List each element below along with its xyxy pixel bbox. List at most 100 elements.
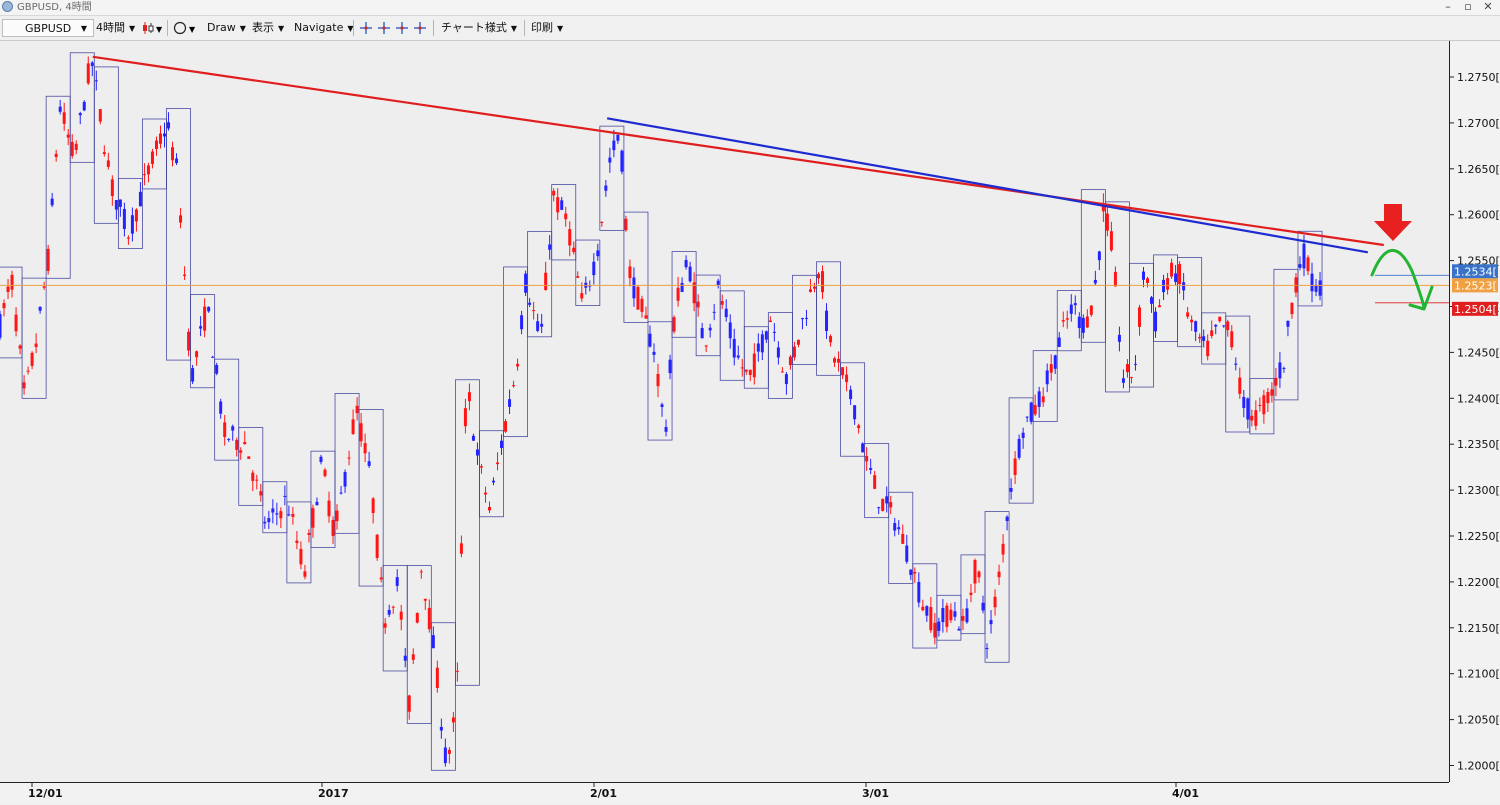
candle-body (94, 80, 98, 82)
candle-body (1109, 231, 1113, 251)
candle-body (215, 364, 219, 374)
candle-body (792, 346, 796, 358)
candle-body (768, 320, 772, 322)
candle-body (435, 667, 439, 688)
candle-body (150, 151, 154, 164)
candle-body (552, 190, 556, 196)
candle-body (1278, 362, 1282, 379)
candle-body (965, 608, 969, 623)
candle-body (933, 622, 937, 638)
candle-body (239, 450, 243, 453)
chart-area[interactable]: 1.2750[01.2700[01.2650[01.2600[01.2550[0… (0, 41, 1500, 802)
candle-body (708, 327, 712, 331)
candle-body (311, 508, 315, 528)
chevron-down-icon: ▼ (510, 24, 518, 33)
candle-body (696, 301, 700, 308)
candle-body (315, 501, 319, 506)
candle-body (58, 106, 62, 112)
view-menu[interactable]: 表示 ▼ (252, 19, 284, 37)
restore-button[interactable]: ▫ (1458, 0, 1478, 15)
candle-body (203, 306, 207, 331)
navigate-menu[interactable]: Navigate ▼ (294, 19, 354, 37)
candle-body (528, 302, 532, 305)
candle-body (632, 277, 636, 299)
x-tick-label: 3/01 (862, 787, 889, 800)
candle-body (415, 613, 419, 623)
candle-body (1242, 396, 1246, 408)
y-tick-label: 1.2200[0 (1457, 576, 1500, 589)
draw-menu[interactable]: Draw ▼ (207, 19, 246, 37)
chart-style-menu[interactable]: チャート様式 ▼ (441, 19, 517, 37)
window-titlebar: GBPUSD, 4時間 – ▫ ✕ (0, 0, 1500, 16)
price-label: 1.2504[ (1454, 303, 1497, 316)
y-tick-label: 1.2300[0 (1457, 484, 1500, 497)
candle-body (897, 527, 901, 530)
candle-body (1210, 330, 1214, 336)
candle-body (716, 280, 720, 286)
x-tick-label: 2017 (318, 787, 349, 800)
candle-body (479, 466, 483, 468)
candle-body (1069, 304, 1073, 314)
candle-body (776, 347, 780, 358)
candle-body (568, 229, 572, 246)
timeframe-label: 4時間 (96, 21, 125, 34)
candle-body (158, 133, 162, 144)
y-tick-label: 1.2050[0 (1457, 714, 1500, 727)
candle-body (50, 198, 54, 206)
candle-body (808, 289, 812, 292)
candlestick-style-button[interactable]: ▼ (141, 19, 163, 37)
y-tick-label: 1.2000[0 (1457, 760, 1500, 773)
price-chart[interactable]: 1.2750[01.2700[01.2650[01.2600[01.2550[0… (0, 41, 1500, 802)
candle-body (231, 426, 235, 431)
candle-body (1310, 273, 1314, 292)
candle-body (299, 548, 303, 565)
candle-body (1150, 297, 1154, 304)
candle-body (1230, 331, 1234, 348)
crosshair-icon (360, 22, 426, 34)
candle-body (993, 596, 997, 608)
candle-body (740, 367, 744, 369)
minimize-button[interactable]: – (1438, 0, 1458, 15)
crosshair-tools[interactable] (358, 19, 428, 37)
candle-body (122, 208, 126, 229)
x-tick-label: 12/01 (28, 787, 63, 800)
candle-body (1222, 325, 1226, 327)
timeframe-selector[interactable]: 4時間 ▼ (96, 19, 135, 37)
y-tick-label: 1.2350[0 (1457, 438, 1500, 451)
candle-body (179, 215, 183, 223)
candle-body (463, 408, 467, 427)
print-menu[interactable]: 印刷 ▼ (531, 19, 563, 37)
circle-tool-button[interactable]: ▼ (173, 19, 199, 37)
candle-body (351, 419, 355, 435)
candle-body (1113, 271, 1117, 287)
candle-body (608, 157, 612, 163)
candle-body (30, 352, 34, 366)
candle-body (102, 152, 106, 155)
candle-body (1266, 391, 1270, 404)
candle-body (367, 461, 371, 466)
candle-body (853, 405, 857, 420)
candle-body (379, 577, 383, 580)
candle-body (62, 112, 66, 124)
candle-body (1306, 257, 1310, 272)
candle-body (38, 306, 42, 311)
candle-body (564, 213, 568, 220)
candle-body (303, 571, 307, 577)
candle-body (784, 374, 788, 385)
candle-body (134, 209, 138, 222)
candle-body (1318, 280, 1322, 296)
candle-body (684, 260, 688, 268)
close-button[interactable]: ✕ (1478, 0, 1498, 15)
candle-body (1005, 516, 1009, 522)
candle-body (339, 492, 343, 494)
candle-body (18, 345, 22, 349)
navigate-label: Navigate (294, 21, 344, 34)
candle-body (664, 427, 668, 432)
candle-body (700, 327, 704, 339)
candle-body (985, 647, 989, 649)
candle-body (1238, 377, 1242, 394)
toolbar-separator (353, 20, 354, 36)
time-axis (0, 782, 1500, 802)
symbol-selector[interactable]: GBPUSD ▼ (2, 19, 94, 37)
candle-body (796, 339, 800, 345)
